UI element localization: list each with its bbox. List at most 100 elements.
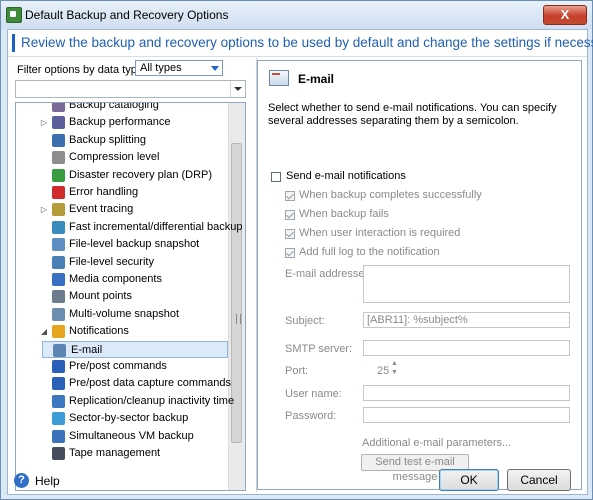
- tree-item-label: Tape management: [69, 447, 161, 459]
- tree-item-label: Replication/cleanup inactivity time: [69, 394, 235, 407]
- cancel-button[interactable]: Cancel: [507, 469, 571, 491]
- tree-item[interactable]: Media components: [16, 271, 230, 288]
- tree-item[interactable]: Fast incremental/differential backup: [16, 219, 242, 236]
- section-title: E-mail: [298, 72, 335, 86]
- title-bar: Default Backup and Recovery Options X: [1, 1, 592, 29]
- incremental-icon: [52, 220, 65, 234]
- mount-icon: [52, 290, 65, 304]
- tree-item[interactable]: Compression level: [16, 149, 230, 166]
- tree-item[interactable]: Error handling: [16, 184, 230, 201]
- help-link[interactable]: Help: [35, 474, 60, 488]
- option-label-fulllog: Add full log to the notification: [299, 246, 440, 258]
- header-text: Review the backup and recovery options t…: [21, 35, 593, 50]
- option-label-fails: When backup fails: [299, 208, 389, 220]
- compression-icon: [52, 151, 65, 165]
- tree-item[interactable]: File-level security: [16, 254, 230, 271]
- port-label: Port:: [285, 365, 309, 377]
- tree-item-label: File-level security: [69, 255, 154, 268]
- chevron-down-icon: [211, 66, 219, 71]
- username-label: User name:: [285, 388, 342, 400]
- dialog-client: Review the backup and recovery options t…: [7, 29, 593, 495]
- dialog-window: Default Backup and Recovery Options X Re…: [0, 0, 593, 500]
- tree-item[interactable]: Simultaneous VM backup: [16, 428, 230, 445]
- options-tree[interactable]: Backup cataloging ▷ Backup performance Back…: [15, 102, 246, 491]
- password-field[interactable]: [363, 407, 570, 423]
- tree-item-label: Fast incremental/differential backup: [69, 220, 243, 233]
- expander-icon[interactable]: ▷: [40, 201, 48, 218]
- subject-field[interactable]: [ABR11]: %subject%: [363, 312, 570, 328]
- tree-item-label: Backup performance: [69, 116, 171, 129]
- dropdown-arrow-icon[interactable]: [230, 81, 245, 97]
- ok-button[interactable]: OK: [439, 469, 499, 491]
- additional-parameters-link[interactable]: Additional e-mail parameters...: [362, 437, 511, 449]
- tree-item[interactable]: E-mail: [42, 340, 228, 358]
- expander-icon[interactable]: ◢: [40, 323, 48, 340]
- tree-item[interactable]: ◢ Notifications: [16, 323, 230, 340]
- filter-combo[interactable]: [15, 80, 246, 98]
- tree-item[interactable]: Backup splitting: [16, 132, 230, 149]
- tree-item-label: Event tracing: [69, 203, 134, 216]
- tree-item-label: Mount points: [69, 290, 132, 303]
- email-settings-pane: E-mail Select whether to send e-mail not…: [256, 58, 584, 492]
- tree-scrollbar[interactable]: [228, 103, 245, 490]
- close-button[interactable]: X: [543, 5, 587, 25]
- send-notifications-label: Send e-mail notifications: [286, 170, 406, 182]
- tree-item-label: File-level backup snapshot: [69, 238, 200, 251]
- data-type-select[interactable]: All types: [135, 60, 223, 76]
- option-checkbox-fails[interactable]: [285, 210, 295, 220]
- tape-icon: [52, 447, 65, 460]
- option-checkbox-success[interactable]: [285, 191, 295, 201]
- addresses-label: E-mail addresses:: [285, 268, 374, 280]
- tree-item-label: Pre/post data capture commands: [69, 377, 232, 390]
- option-checkbox-fulllog[interactable]: [285, 248, 295, 258]
- tree-item-label: Compression level: [69, 151, 160, 164]
- tree-item-label: Backup cataloging: [69, 102, 159, 111]
- tree-item-label: Media components: [69, 273, 162, 285]
- help-icon[interactable]: ?: [14, 473, 29, 488]
- options-pane: Filter options by data type: All types B…: [11, 58, 250, 492]
- drp-icon: [52, 168, 65, 182]
- email-addresses-field[interactable]: [363, 265, 570, 303]
- tree-item-label: Multi-volume snapshot: [69, 307, 180, 320]
- username-field[interactable]: [363, 385, 570, 401]
- error-icon: [52, 186, 65, 199]
- tree-item[interactable]: File-level backup snapshot: [16, 236, 230, 253]
- tree-item[interactable]: Tape management: [16, 445, 230, 462]
- send-notifications-checkbox[interactable]: [271, 172, 281, 182]
- performance-icon: [52, 116, 65, 130]
- capture-icon: [52, 377, 65, 391]
- option-checkbox-interaction[interactable]: [285, 229, 295, 239]
- option-label-success: When backup completes successfully: [299, 189, 482, 201]
- tree-item[interactable]: Mount points: [16, 288, 230, 305]
- header-accent: [12, 34, 15, 52]
- filter-label: Filter options by data type:: [17, 64, 147, 76]
- spin-down-icon[interactable]: ▼: [391, 369, 398, 376]
- expander-icon[interactable]: ▷: [40, 114, 48, 131]
- port-value[interactable]: 25: [377, 365, 389, 377]
- vm-icon: [52, 429, 65, 443]
- tree-item[interactable]: ▷ Event tracing: [16, 201, 230, 218]
- tree-item[interactable]: Pre/post data capture commands: [16, 375, 232, 392]
- tree-item[interactable]: Sector-by-sector backup: [16, 410, 230, 427]
- snapshot-icon: [52, 238, 65, 252]
- tree-item-label: Notifications: [69, 325, 129, 338]
- tree-item[interactable]: Multi-volume snapshot: [16, 306, 230, 323]
- event-icon: [52, 203, 65, 217]
- tree-item-label: Sector-by-sector backup: [69, 412, 189, 425]
- tree-item[interactable]: Replication/cleanup inactivity time: [16, 393, 234, 410]
- media-icon: [52, 273, 65, 286]
- multivolume-icon: [52, 307, 65, 321]
- tree-item-label: Pre/post commands: [69, 360, 167, 372]
- catalog-icon: [52, 103, 65, 112]
- tree-item[interactable]: Pre/post commands: [16, 358, 230, 375]
- tree-item-label: Disaster recovery plan (DRP): [69, 168, 213, 181]
- spin-up-icon[interactable]: ▲: [391, 360, 398, 367]
- tree-item[interactable]: Backup cataloging: [16, 102, 230, 114]
- tree-item[interactable]: ▷ Backup performance: [16, 114, 230, 131]
- smtp-server-field[interactable]: [363, 340, 570, 356]
- tree-item[interactable]: Disaster recovery plan (DRP): [16, 167, 230, 184]
- tree-item-label: Simultaneous VM backup: [69, 429, 194, 442]
- smtp-label: SMTP server:: [285, 343, 353, 355]
- prepost-icon: [52, 360, 65, 373]
- option-label-interaction: When user interaction is required: [299, 227, 461, 239]
